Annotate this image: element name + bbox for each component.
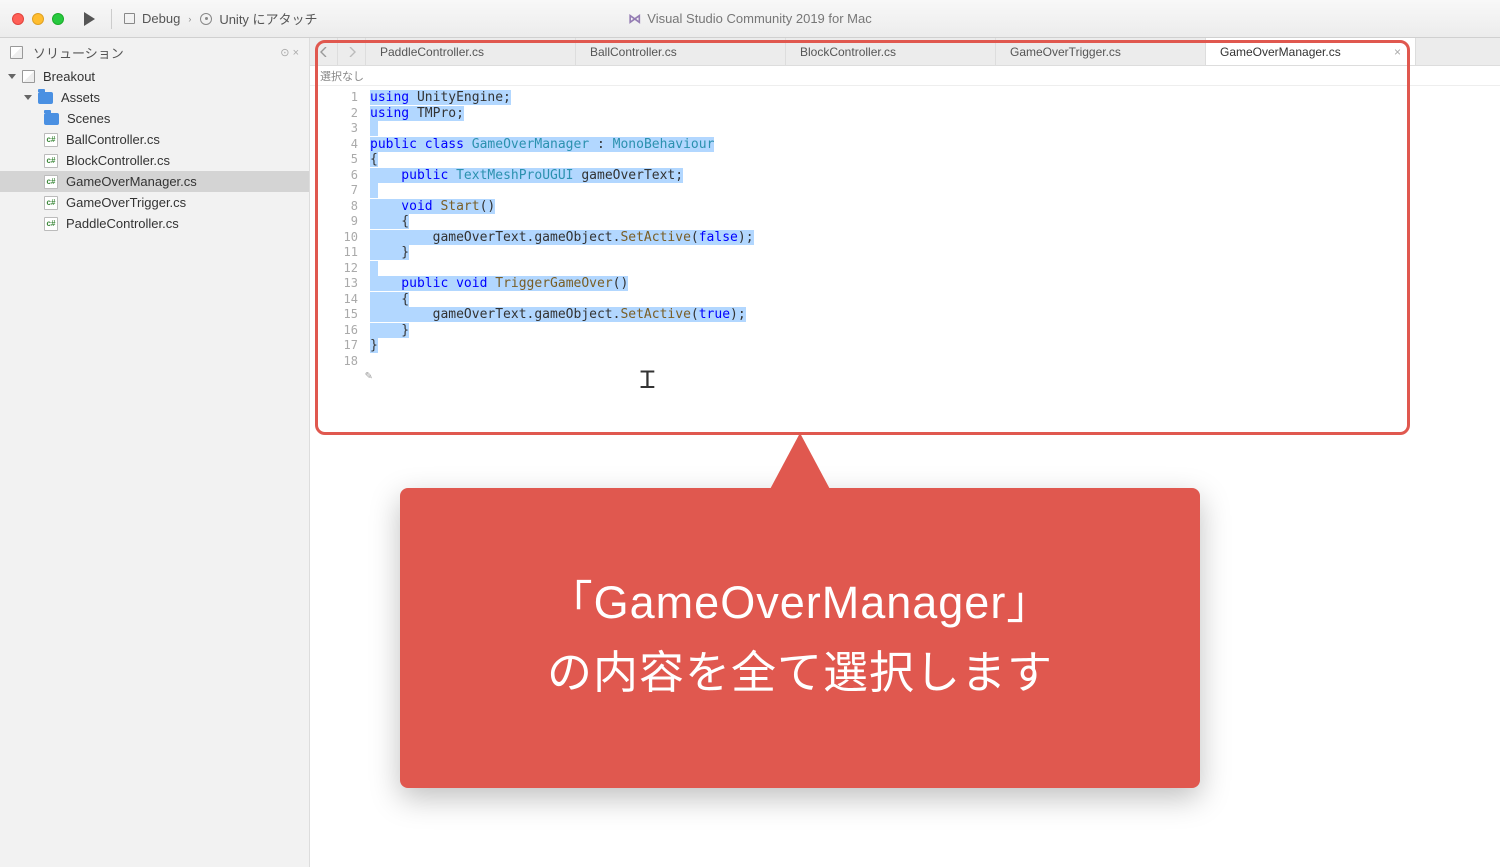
run-button[interactable] bbox=[84, 12, 95, 26]
close-window-button[interactable] bbox=[12, 13, 24, 25]
file-label: GameOverManager.cs bbox=[66, 174, 197, 189]
solution-tree: Breakout Assets Scenes c# BallController… bbox=[0, 66, 309, 234]
config-label: Debug bbox=[142, 11, 180, 26]
tree-folder-scenes[interactable]: Scenes bbox=[0, 108, 309, 129]
csharp-file-icon: c# bbox=[44, 175, 58, 189]
folder-label: Scenes bbox=[67, 111, 110, 126]
panel-header: ソリューション ⊙ × bbox=[0, 38, 309, 66]
tree-folder-assets[interactable]: Assets bbox=[0, 87, 309, 108]
breadcrumb-text: 選択なし bbox=[320, 68, 364, 84]
vs-logo-icon: ⋈ bbox=[628, 11, 641, 27]
disclosure-icon[interactable] bbox=[8, 74, 16, 79]
tree-root[interactable]: Breakout bbox=[0, 66, 309, 87]
tab-label: BlockController.cs bbox=[800, 45, 896, 59]
tab-label: GameOverManager.cs bbox=[1220, 45, 1341, 59]
nav-back-button[interactable] bbox=[310, 38, 338, 65]
text-cursor-icon: Ꮖ bbox=[640, 366, 656, 394]
window-title-text: Visual Studio Community 2019 for Mac bbox=[647, 11, 871, 26]
csharp-file-icon: c# bbox=[44, 196, 58, 210]
file-label: PaddleController.cs bbox=[66, 216, 179, 231]
zoom-window-button[interactable] bbox=[52, 13, 64, 25]
tab-label: GameOverTrigger.cs bbox=[1010, 45, 1121, 59]
file-label: BallController.cs bbox=[66, 132, 160, 147]
tree-file-gameovertrigger[interactable]: c# GameOverTrigger.cs bbox=[0, 192, 309, 213]
tab-label: BallController.cs bbox=[590, 45, 677, 59]
separator bbox=[111, 9, 112, 29]
tree-file-ball[interactable]: c# BallController.cs bbox=[0, 129, 309, 150]
tab-block[interactable]: BlockController.cs bbox=[786, 38, 996, 65]
folder-label: Assets bbox=[61, 90, 100, 105]
run-config[interactable]: Debug › Unity にアタッチ bbox=[122, 9, 318, 28]
device-icon bbox=[124, 13, 135, 24]
solution-sidebar: ソリューション ⊙ × Breakout Assets Scenes c# Ba… bbox=[0, 38, 310, 867]
breadcrumb[interactable]: 選択なし bbox=[310, 66, 1500, 86]
tab-paddle[interactable]: PaddleController.cs bbox=[366, 38, 576, 65]
root-label: Breakout bbox=[43, 69, 95, 84]
line-gutter: 123 456 789 101112 131415 161718 bbox=[310, 86, 370, 867]
project-icon bbox=[22, 70, 35, 83]
file-label: GameOverTrigger.cs bbox=[66, 195, 186, 210]
tab-ball[interactable]: BallController.cs bbox=[576, 38, 786, 65]
window-controls bbox=[12, 13, 64, 25]
annotation-callout: 「GameOverManager」 の内容を全て選択します bbox=[400, 488, 1200, 788]
tree-file-gameovermanager[interactable]: c# GameOverManager.cs bbox=[0, 171, 309, 192]
nav-forward-button[interactable] bbox=[338, 38, 366, 65]
tab-gameovermanager[interactable]: GameOverManager.cs × bbox=[1206, 38, 1416, 65]
tree-file-paddle[interactable]: c# PaddleController.cs bbox=[0, 213, 309, 234]
attach-label: Unity にアタッチ bbox=[219, 9, 317, 28]
folder-icon bbox=[38, 92, 53, 104]
panel-title: ソリューション bbox=[33, 43, 124, 62]
pencil-icon: ✎ bbox=[365, 368, 372, 382]
minimize-window-button[interactable] bbox=[32, 13, 44, 25]
callout-text: 「GameOverManager」 の内容を全て選択します bbox=[547, 568, 1053, 708]
csharp-file-icon: c# bbox=[44, 154, 58, 168]
pin-icon[interactable]: ⊙ × bbox=[280, 46, 299, 59]
solution-icon bbox=[10, 46, 23, 59]
csharp-file-icon: c# bbox=[44, 217, 58, 231]
tab-bar: PaddleController.cs BallController.cs Bl… bbox=[310, 38, 1500, 66]
chevron-right-icon: › bbox=[188, 14, 191, 24]
disclosure-icon[interactable] bbox=[24, 95, 32, 100]
window-title: ⋈ Visual Studio Community 2019 for Mac bbox=[628, 11, 871, 27]
unity-icon bbox=[200, 13, 212, 25]
close-tab-icon[interactable]: × bbox=[1394, 45, 1401, 59]
folder-icon bbox=[44, 113, 59, 125]
tab-label: PaddleController.cs bbox=[380, 45, 484, 59]
tab-gameovertrigger[interactable]: GameOverTrigger.cs bbox=[996, 38, 1206, 65]
file-label: BlockController.cs bbox=[66, 153, 170, 168]
tree-file-block[interactable]: c# BlockController.cs bbox=[0, 150, 309, 171]
titlebar: Debug › Unity にアタッチ ⋈ Visual Studio Comm… bbox=[0, 0, 1500, 38]
csharp-file-icon: c# bbox=[44, 133, 58, 147]
